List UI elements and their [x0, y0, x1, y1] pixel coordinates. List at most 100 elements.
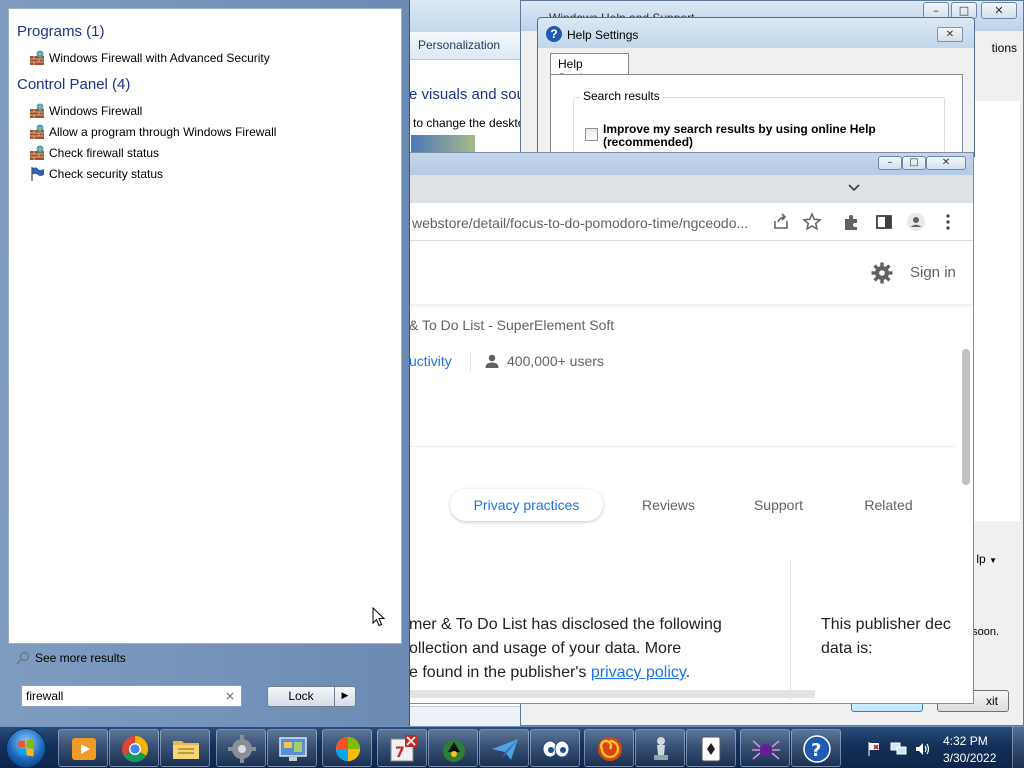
help-settings-dialog: ? Help Settings ✕ Help Settings Search r… — [537, 17, 975, 167]
chevron-down-icon[interactable] — [848, 183, 860, 193]
personalization-breadcrumb[interactable]: Personalization — [418, 38, 500, 52]
scrollbar-thumb[interactable] — [962, 349, 970, 485]
tab-reviews[interactable]: Reviews — [626, 489, 711, 521]
mouse-cursor-icon — [372, 607, 386, 627]
bookmark-star-icon[interactable] — [802, 212, 822, 232]
programs-heading[interactable]: Programs (1) — [17, 23, 105, 40]
swirl-game-icon — [598, 737, 622, 761]
control-panel-heading[interactable]: Control Panel (4) — [17, 76, 130, 93]
privacy-disclosure-text: mer & To Do List has disclosed the follo… — [409, 613, 759, 685]
minimize-button[interactable]: – — [878, 156, 902, 170]
close-button[interactable]: ✕ — [937, 27, 963, 42]
privacy-line: ollection and usage of your data. More — [409, 640, 682, 657]
sign-in-link[interactable]: Sign in — [910, 264, 956, 281]
solitaire-game-icon — [443, 740, 465, 762]
divider — [790, 560, 791, 700]
extensions-puzzle-icon[interactable] — [842, 212, 862, 232]
taskbar-swirl-game[interactable] — [584, 729, 634, 767]
user-icon — [485, 354, 499, 368]
windows-update-icon — [336, 737, 360, 761]
settings-gear-icon — [228, 735, 256, 763]
horizontal-scrollbar[interactable] — [406, 690, 815, 698]
taskbar-settings[interactable] — [216, 729, 266, 767]
taskbar-messenger[interactable] — [479, 729, 529, 767]
close-button[interactable]: ✕ — [981, 2, 1017, 19]
taskbar-chrome[interactable] — [109, 729, 159, 767]
svg-text:7: 7 — [395, 745, 405, 761]
category-link[interactable]: uctivity — [409, 353, 452, 369]
taskbar-calendar[interactable]: 7 — [377, 729, 427, 767]
help-menu[interactable]: lp ▼ — [976, 552, 997, 566]
menu-kebab-icon[interactable] — [938, 212, 958, 232]
file-explorer-icon — [173, 741, 199, 759]
taskbar-chess[interactable] — [635, 729, 685, 767]
tab-support[interactable]: Support — [736, 489, 821, 521]
search-results-panel: Programs (1) Windows Firewall with Advan… — [8, 8, 402, 644]
lock-button[interactable]: Lock — [267, 686, 335, 707]
svg-text:?: ? — [811, 740, 821, 761]
result-check-firewall-status[interactable]: Check firewall status — [29, 144, 159, 162]
extension-publisher-line: & To Do List - SuperElement Soft — [409, 317, 615, 333]
search-icon — [16, 651, 30, 665]
start-menu: Programs (1) Windows Firewall with Advan… — [0, 0, 410, 726]
taskbar-eyes-app[interactable] — [530, 729, 580, 767]
control-panel-icon — [279, 737, 307, 761]
network-icon[interactable] — [890, 741, 908, 757]
show-desktop-button[interactable] — [1012, 727, 1024, 768]
cards-icon — [701, 736, 721, 762]
user-count: 400,000+ users — [507, 353, 604, 369]
address-bar[interactable]: webstore/detail/focus-to-do-pomodoro-tim… — [412, 215, 768, 231]
divider — [470, 351, 471, 371]
help-settings-panel: Search results Improve my search results… — [550, 74, 963, 167]
clear-search-icon[interactable]: × — [225, 689, 235, 703]
taskbar-media-player[interactable] — [58, 729, 108, 767]
gear-icon[interactable] — [871, 262, 893, 284]
online-help-checkbox-label[interactable]: Improve my search results by using onlin… — [603, 123, 903, 149]
maximize-button[interactable]: □ — [902, 156, 926, 170]
privacy-line: mer & To Do List has disclosed the follo… — [409, 616, 722, 633]
taskbar-help[interactable]: ? — [791, 729, 841, 767]
taskbar-file-explorer[interactable] — [160, 729, 210, 767]
privacy-policy-link[interactable]: privacy policy — [591, 664, 686, 681]
result-check-security-status[interactable]: Check security status — [29, 165, 163, 183]
result-label: Windows Firewall with Advanced Security — [49, 51, 270, 65]
result-allow-program[interactable]: Allow a program through Windows Firewall — [29, 123, 276, 141]
result-windows-firewall[interactable]: Windows Firewall — [29, 102, 142, 120]
notification-area — [858, 731, 1024, 765]
volume-icon[interactable] — [914, 741, 932, 757]
tab-privacy-practices[interactable]: Privacy practices — [450, 489, 603, 521]
start-button[interactable] — [6, 728, 46, 768]
options-menu[interactable]: tions — [992, 41, 1017, 55]
taskbar-spider-solitaire[interactable] — [740, 729, 790, 767]
taskbar-cards[interactable] — [686, 729, 736, 767]
profile-icon[interactable] — [906, 212, 926, 232]
result-label: Allow a program through Windows Firewall — [49, 125, 277, 139]
firewall-icon — [30, 145, 44, 160]
personalization-heading: e visuals and sou — [409, 86, 525, 103]
action-center-flag-icon[interactable] — [866, 741, 882, 757]
tab-related[interactable]: Related — [846, 489, 931, 521]
start-search-box[interactable]: × — [21, 685, 242, 707]
close-button[interactable]: ✕ — [926, 156, 966, 170]
clock-time[interactable]: 4:32 PM — [943, 734, 988, 748]
paper-plane-icon — [492, 739, 518, 760]
search-input[interactable] — [26, 688, 221, 704]
chrome-tab-strip — [406, 175, 973, 203]
tab-help-settings[interactable]: Help Settings — [550, 53, 629, 85]
taskbar-solitaire-game[interactable] — [428, 729, 478, 767]
taskbar-windows-update[interactable] — [322, 729, 372, 767]
share-icon[interactable] — [771, 212, 791, 232]
power-options-arrow[interactable]: ▶ — [334, 686, 356, 707]
chrome-window: – □ ✕ webstore/detail/focus-to-do-pomodo… — [405, 152, 974, 704]
taskbar-control-panel[interactable] — [267, 729, 317, 767]
result-windows-firewall-advanced[interactable]: Windows Firewall with Advanced Security — [29, 49, 270, 67]
divider — [406, 446, 956, 447]
media-player-icon — [72, 738, 96, 760]
side-panel-icon[interactable] — [874, 212, 894, 232]
clock-date[interactable]: 3/30/2022 — [943, 751, 996, 765]
see-more-label: See more results — [35, 651, 126, 665]
publisher-line: data is: — [821, 640, 873, 657]
chess-icon — [654, 737, 668, 760]
see-more-results-link[interactable]: See more results — [16, 651, 126, 665]
online-help-checkbox[interactable] — [585, 128, 598, 141]
